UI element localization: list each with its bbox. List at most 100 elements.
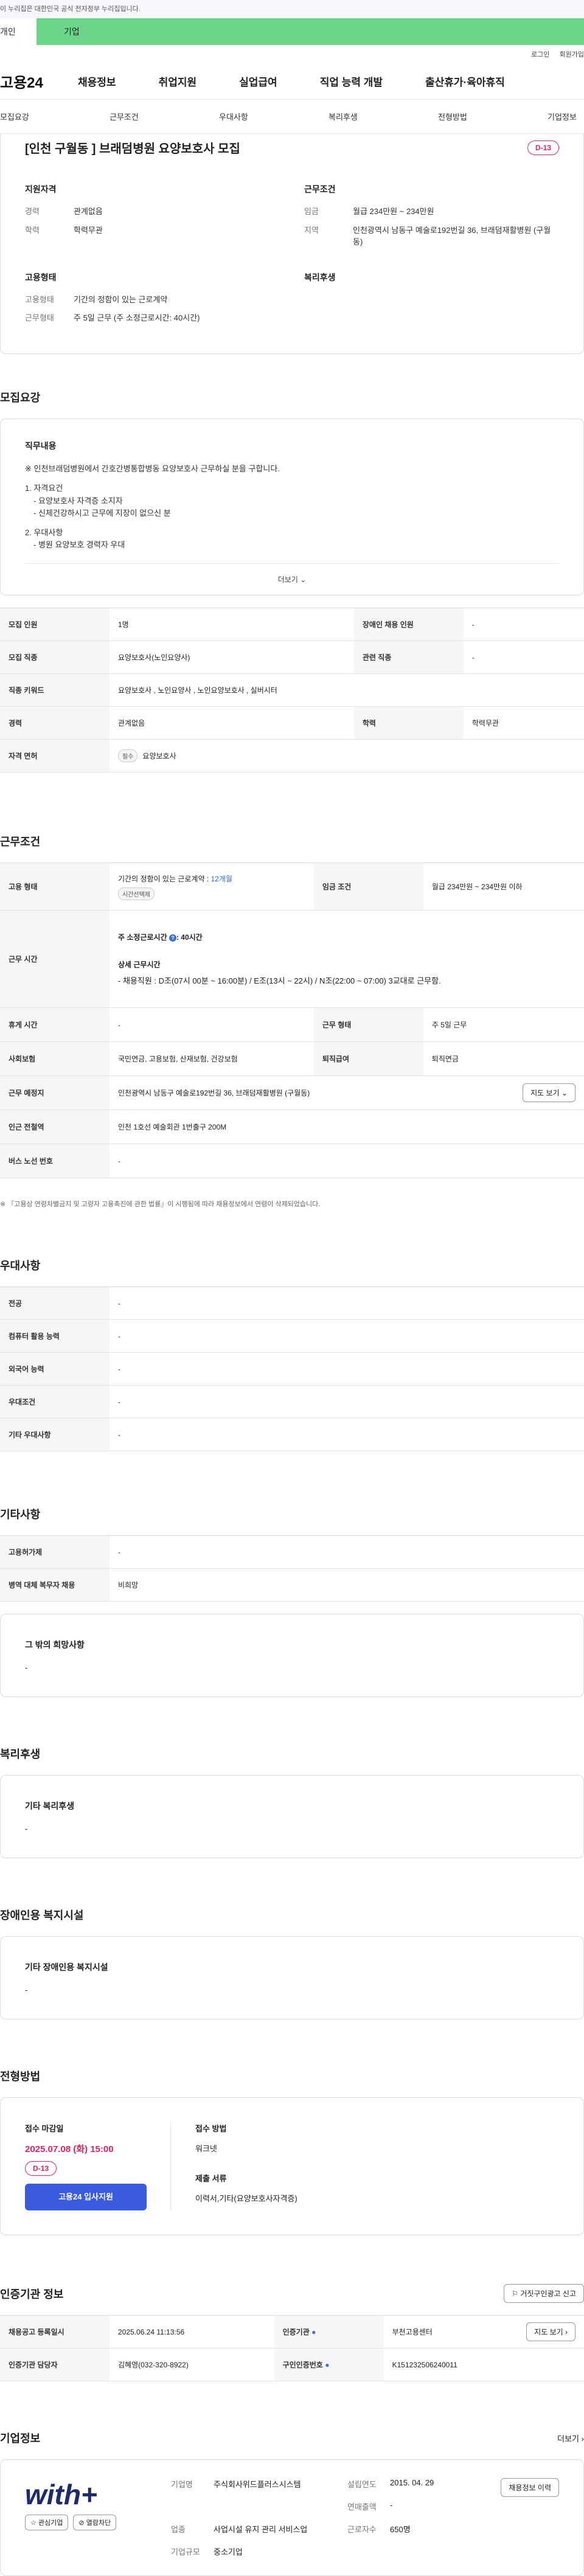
row-value: 1명 xyxy=(109,608,354,642)
anchor-work[interactable]: 근무조건 xyxy=(109,111,219,122)
anchor-recruit[interactable]: 모집요강 xyxy=(0,111,109,122)
job-desc-title: 직무내용 xyxy=(25,441,57,451)
row-value: - xyxy=(109,1352,584,1386)
gnb-item-training[interactable]: 직업 능력 개발 xyxy=(320,74,383,89)
section-anchor-nav: 모집요강 근무조건 우대사항 복리후생 전형방법 기업정보 xyxy=(0,100,584,134)
row-value: - xyxy=(109,1385,584,1419)
anchor-company[interactable]: 기업정보 xyxy=(548,111,577,122)
employment-title: 고용형태 xyxy=(25,272,57,282)
company-key: 설립연도 xyxy=(347,2480,377,2490)
company-sales: - xyxy=(390,2501,393,2510)
row-value: 인천 1호선 예술회관 1번출구 200M xyxy=(109,1109,584,1145)
info-icon[interactable]: ● xyxy=(325,2361,329,2369)
agency-map-label: 지도 보기 xyxy=(534,2328,563,2337)
required-chip: 필수 xyxy=(118,749,138,763)
row-key: 퇴직급여 xyxy=(313,1041,423,1077)
row-key: 근무 시간 xyxy=(0,910,109,1009)
method-title: 접수 방법 xyxy=(195,2124,227,2134)
company-more-label: 더보기 xyxy=(557,2434,580,2443)
apply-button[interactable]: 고용24 입사지원 xyxy=(25,2184,147,2211)
anchor-pref[interactable]: 우대사항 xyxy=(219,111,328,122)
qual-value: 학력무관 xyxy=(74,225,103,235)
gov-notice-bar: 이 누리집은 대한민국 공식 전자정부 누리집입니다. xyxy=(0,0,584,18)
agency-header: 인증기관 정보 ⚐ 거짓구인광고 신고 xyxy=(0,2284,584,2303)
dday-badge: D-13 xyxy=(25,2161,57,2176)
report-button[interactable]: ⚐ 거짓구인광고 신고 xyxy=(504,2284,584,2303)
recruit-table: 모집 인원 1명 장애인 채용 인원 - 모집 직종 요양보호사(노인요양사) … xyxy=(0,608,584,773)
row-value: 퇴직연금 xyxy=(423,1041,584,1077)
block-button[interactable]: ⊘ 열람차단 xyxy=(73,2515,117,2531)
info-icon[interactable]: ● xyxy=(311,2328,316,2336)
emp-value: 주 5일 근무 (주 소정근로시간: 40시간) xyxy=(74,313,200,323)
chevron-right-icon: › xyxy=(581,2434,584,2443)
employment-block: 고용형태 고용형태 기간의 정함이 있는 근로계약 근무형태 주 5일 근무 (주 … xyxy=(25,271,280,332)
etc-table: 고용허가제 - 병역 대체 복무자 채용 비희망 xyxy=(0,1535,584,1602)
map-button[interactable]: 지도 보기 ⌄ xyxy=(523,1083,575,1103)
workplace-address: 인천광역시 남동구 예술로192번길 36, 브래덤재활병원 (구월동) xyxy=(118,1089,310,1098)
row-value: 인천광역시 남동구 예술로192번길 36, 브래덤재활병원 (구월동) 지도 보… xyxy=(109,1075,584,1111)
company-header: 기업정보 더보기 › xyxy=(0,2430,584,2446)
row-value: 관계없음 xyxy=(109,706,354,740)
star-icon: ☆ xyxy=(30,2519,36,2527)
emp-value: 기간의 정함이 있는 근로계약 xyxy=(74,294,168,304)
row-key: 자격 면허 xyxy=(0,739,109,773)
table-row: 휴게 시간 - 근무 형태 주 5일 근무 xyxy=(0,1007,584,1043)
disabled-facility-card: 기타 장애인용 복지시설 - xyxy=(0,1936,584,2020)
gnb-item-jobs[interactable]: 채용정보 xyxy=(78,74,116,89)
table-row: 외국어 능력 - xyxy=(0,1352,584,1386)
row-value: 주 소정근로시간 ?: 40시간 상세 근무시간 - 채용직원 : D조(07시… xyxy=(109,910,584,1009)
row-key: 인근 전철역 xyxy=(0,1109,109,1145)
agency-map-button[interactable]: 지도 보기 › xyxy=(526,2322,575,2342)
job-history-button[interactable]: 채용정보 이력 xyxy=(501,2478,559,2498)
more-label: 더보기 xyxy=(277,575,298,585)
signup-link[interactable]: 회원가입 xyxy=(560,49,584,59)
section-title-process: 전형방법 xyxy=(0,2071,41,2083)
condition-block: 근무조건 임금 월급 234만원 ~ 234만원 지역 인천광역시 남동구 예술로1… xyxy=(304,183,559,255)
tab-personal[interactable]: 개인 xyxy=(0,18,36,45)
company-size: 중소기업 xyxy=(214,2547,243,2557)
row-value: 학력무관 xyxy=(463,706,584,740)
site-logo[interactable]: 고용24 xyxy=(0,71,78,92)
gnb-item-employment-support[interactable]: 취업지원 xyxy=(159,74,197,89)
gnb-item-parental-leave[interactable]: 출산휴가·육아휴직 xyxy=(425,74,505,89)
row-value: 요양보호사(노인요양사) xyxy=(109,641,354,675)
row-key: 관련 직종 xyxy=(353,641,464,675)
block-icon: ⊘ xyxy=(78,2519,85,2527)
qual-value: 관계없음 xyxy=(74,207,103,216)
gov-notice-text: 이 누리집은 대한민국 공식 전자정부 누리집입니다. xyxy=(0,5,141,13)
tab-company[interactable]: 기업 xyxy=(36,18,584,45)
welfare-summary-title: 복리후생 xyxy=(304,272,336,282)
login-link[interactable]: 로그인 xyxy=(531,49,549,59)
row-key: 고용 형태 xyxy=(0,863,109,911)
emp-key: 근무형태 xyxy=(25,313,54,323)
info-icon[interactable]: ? xyxy=(169,934,176,942)
favorite-button[interactable]: ☆ 관심기업 xyxy=(25,2515,69,2531)
company-name: 주식회사위드플러스시스템 xyxy=(214,2480,301,2490)
more-button[interactable]: 더보기 ⌄ xyxy=(25,563,559,595)
row-value: 비희망 xyxy=(109,1568,584,1602)
company-card: with+ ☆ 관심기업 ⊘ 열람차단 기업명 주식회사위드플러스시스템 설립연… xyxy=(0,2459,584,2576)
table-row: 근무 예정지 인천광역시 남동구 예술로192번길 36, 브래덤재활병원 (구… xyxy=(0,1075,584,1111)
row-value: 월급 234만원 ~ 234만원 이하 xyxy=(423,863,584,911)
row-key: 버스 노선 번호 xyxy=(0,1144,109,1179)
weekly-hours-label: 주 소정근로시간 xyxy=(118,933,169,942)
gnb-item-unemployment-benefit[interactable]: 실업급여 xyxy=(239,74,277,89)
section-title-pref: 우대사항 xyxy=(0,1260,41,1272)
favorite-label: 관심기업 xyxy=(38,2519,63,2527)
report-icon: ⚐ xyxy=(512,2290,518,2299)
company-more-link[interactable]: 더보기 › xyxy=(557,2432,584,2444)
row-value: 기간의 정함이 있는 근로계약 : 12개월 시간선택제 xyxy=(109,863,314,911)
row-key: 사회보험 xyxy=(0,1041,109,1077)
anchor-welfare[interactable]: 복리후생 xyxy=(328,111,438,122)
anchor-process[interactable]: 전형방법 xyxy=(438,111,548,122)
table-row: 병역 대체 복무자 채용 비희망 xyxy=(0,1568,584,1602)
section-title-etc: 기타사항 xyxy=(0,1508,41,1521)
docs-title: 제출 서류 xyxy=(195,2174,227,2184)
work-table: 고용 형태 기간의 정함이 있는 근로계약 : 12개월 시간선택제 임금 조건 … xyxy=(0,863,584,1179)
part-time-chip: 시간선택제 xyxy=(118,887,155,900)
utility-menu: 로그인 회원가입 xyxy=(0,45,584,63)
map-button-label: 지도 보기 xyxy=(530,1089,560,1098)
disabled-card-title: 기타 장애인용 복지시설 xyxy=(25,1962,108,1973)
row-key: 채용공고 등록일시 xyxy=(0,2315,109,2349)
company-staff: 650명 xyxy=(390,2525,411,2535)
